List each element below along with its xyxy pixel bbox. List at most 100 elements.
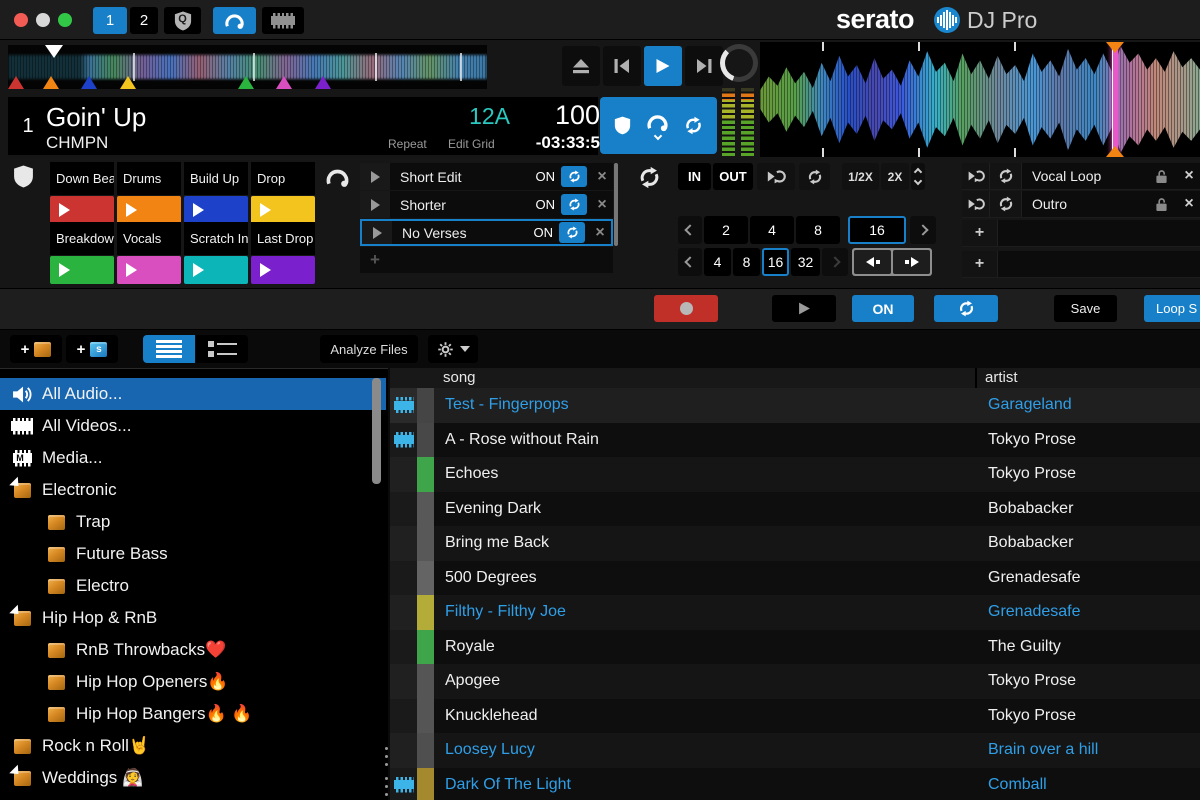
add-loop-slot-row[interactable]: + (962, 220, 1200, 247)
fx-on-button[interactable]: ON (852, 295, 914, 322)
song-cell[interactable]: Echoes (434, 465, 978, 483)
song-cell[interactable]: Royale (434, 638, 978, 656)
sample-play-button[interactable] (772, 295, 836, 322)
loop-on-label[interactable]: ON (536, 169, 556, 184)
sidebar-item-rock-n-roll[interactable]: Rock n Roll🤘 (0, 730, 386, 762)
table-row[interactable]: Apogee Tokyo Prose (390, 664, 1200, 699)
cue-headphone-icon[interactable] (325, 167, 350, 188)
loop-roll-button[interactable] (962, 163, 990, 189)
song-cell[interactable]: Bring me Back (434, 534, 978, 552)
autoloop-mode-icon[interactable] (646, 113, 669, 139)
sidebar-scrollbar[interactable] (372, 378, 381, 484)
beatjump-left-button[interactable] (678, 248, 702, 276)
add-loop-row[interactable]: + (360, 247, 613, 273)
sidebar-item-electronic[interactable]: Electronic (0, 474, 386, 506)
loop-on-label[interactable]: ON (536, 197, 556, 212)
repeat-label[interactable]: Repeat (388, 137, 427, 151)
autoloop-size-2[interactable]: 2 (704, 216, 748, 244)
fx-sync-button[interactable] (934, 295, 998, 322)
cue-pad-trigger[interactable] (117, 196, 181, 224)
autoloop-panel-button[interactable] (213, 7, 256, 34)
song-cell[interactable]: Filthy - Filthy Joe (434, 603, 978, 621)
loop-out-button[interactable]: OUT (713, 163, 753, 190)
artist-cell[interactable]: Bobabacker (978, 500, 1200, 518)
beatjump-size-4[interactable]: 4 (704, 248, 731, 276)
cue-pad-4[interactable]: Drop (251, 162, 315, 224)
song-cell[interactable]: Apogee (434, 672, 978, 690)
loop-size-stepper[interactable] (911, 163, 925, 190)
loop-play-button[interactable] (362, 221, 392, 244)
sidebar-item-weddings[interactable]: Weddings 👰 (0, 762, 386, 794)
cue-pad-2[interactable]: Drums (117, 162, 181, 224)
autoloop-left-button[interactable] (678, 216, 702, 244)
table-row[interactable]: Bring me Back Bobabacker (390, 526, 1200, 561)
saved-loop-row-selected[interactable]: No Verses ON × (360, 219, 613, 246)
table-row[interactable]: 500 Degrees Grenadesafe (390, 561, 1200, 596)
sidebar-item-electro[interactable]: Electro (0, 570, 386, 602)
filter-knob[interactable] (720, 44, 758, 82)
analyze-files-button[interactable]: Analyze Files (320, 335, 418, 363)
beatjump-size-32[interactable]: 32 (791, 248, 820, 276)
window-zoom-button[interactable] (58, 13, 72, 27)
column-header-song[interactable]: song (443, 369, 476, 386)
video-panel-button[interactable] (262, 7, 304, 34)
cue-pad-6[interactable]: Vocals (117, 222, 181, 284)
song-cell[interactable]: Knucklehead (434, 707, 978, 725)
sidebar-item-rnb-throwbacks[interactable]: RnB Throwbacks❤️ (0, 634, 386, 666)
shield-icon[interactable] (614, 116, 631, 135)
artist-cell[interactable]: Brain over a hill (978, 741, 1200, 759)
practice-mode-button[interactable]: Q (164, 7, 201, 34)
saved-loop-row[interactable]: Short Edit ON × (360, 163, 613, 190)
eject-button[interactable] (562, 46, 600, 86)
sidebar-item-all-videos[interactable]: All Videos... (0, 410, 386, 442)
artist-cell[interactable]: Garageland (978, 396, 1200, 414)
loop-slot-delete-button[interactable]: × (1180, 195, 1198, 213)
loop-sync-button[interactable] (559, 222, 585, 243)
add-smart-crate-button[interactable]: + s (66, 335, 118, 363)
song-cell[interactable]: Evening Dark (434, 500, 978, 518)
artist-cell[interactable]: Tokyo Prose (978, 672, 1200, 690)
loop-double-button[interactable]: 2X (881, 163, 909, 190)
loop-roll-button[interactable] (757, 163, 795, 190)
autoloop-size-8[interactable]: 8 (796, 216, 840, 244)
beatjump-size-16[interactable]: 16 (762, 248, 789, 276)
loop-sync-button[interactable] (990, 191, 1022, 217)
autoloop-size-4[interactable]: 4 (750, 216, 794, 244)
song-cell[interactable]: Loosey Lucy (434, 741, 978, 759)
jump-forward-button[interactable] (893, 250, 930, 274)
deck-view-tab-1[interactable]: 1 (93, 7, 127, 34)
artist-cell[interactable]: Tokyo Prose (978, 431, 1200, 449)
loop-sample-button[interactable]: Loop S (1144, 295, 1200, 322)
window-minimize-button[interactable] (36, 13, 50, 27)
loop-sync-button[interactable] (561, 194, 587, 215)
loop-slot-row[interactable]: Vocal Loop × (962, 163, 1200, 190)
song-cell[interactable]: 500 Degrees (434, 569, 978, 587)
artist-cell[interactable]: Tokyo Prose (978, 465, 1200, 483)
artist-cell[interactable]: The Guilty (978, 638, 1200, 656)
cue-pad-trigger[interactable] (184, 196, 248, 224)
song-cell[interactable]: Test - Fingerpops (434, 396, 978, 414)
artist-cell[interactable]: Tokyo Prose (978, 707, 1200, 725)
table-row[interactable]: Knucklehead Tokyo Prose (390, 699, 1200, 734)
cue-pad-7[interactable]: Scratch In (184, 222, 248, 284)
loop-list-scrollbar[interactable] (614, 163, 618, 246)
cue-pad-5[interactable]: Breakdown (50, 222, 114, 284)
loop-delete-button[interactable]: × (593, 196, 611, 214)
window-close-button[interactable] (14, 13, 28, 27)
add-crate-button[interactable]: + (10, 335, 62, 363)
sidebar-item-hip-hop-bangers[interactable]: Hip Hop Bangers🔥 🔥 (0, 698, 386, 730)
sidebar-item-hip-hop-openers[interactable]: Hip Hop Openers🔥 (0, 666, 386, 698)
artist-cell[interactable]: Grenadesafe (978, 603, 1200, 621)
jump-back-button[interactable] (854, 250, 891, 274)
cue-pad-trigger[interactable] (117, 256, 181, 284)
loop-delete-button[interactable]: × (591, 224, 609, 242)
lock-icon[interactable] (1155, 197, 1168, 212)
cue-pad-trigger[interactable] (50, 196, 114, 224)
table-row[interactable]: A - Rose without Rain Tokyo Prose (390, 423, 1200, 458)
autoloop-size-16[interactable]: 16 (848, 216, 906, 244)
sidebar-item-partial[interactable] (0, 794, 386, 800)
loop-roll-button[interactable] (962, 191, 990, 217)
cue-pad-trigger[interactable] (50, 256, 114, 284)
next-track-button[interactable] (685, 46, 723, 86)
sidebar-item-media[interactable]: M Media... (0, 442, 386, 474)
